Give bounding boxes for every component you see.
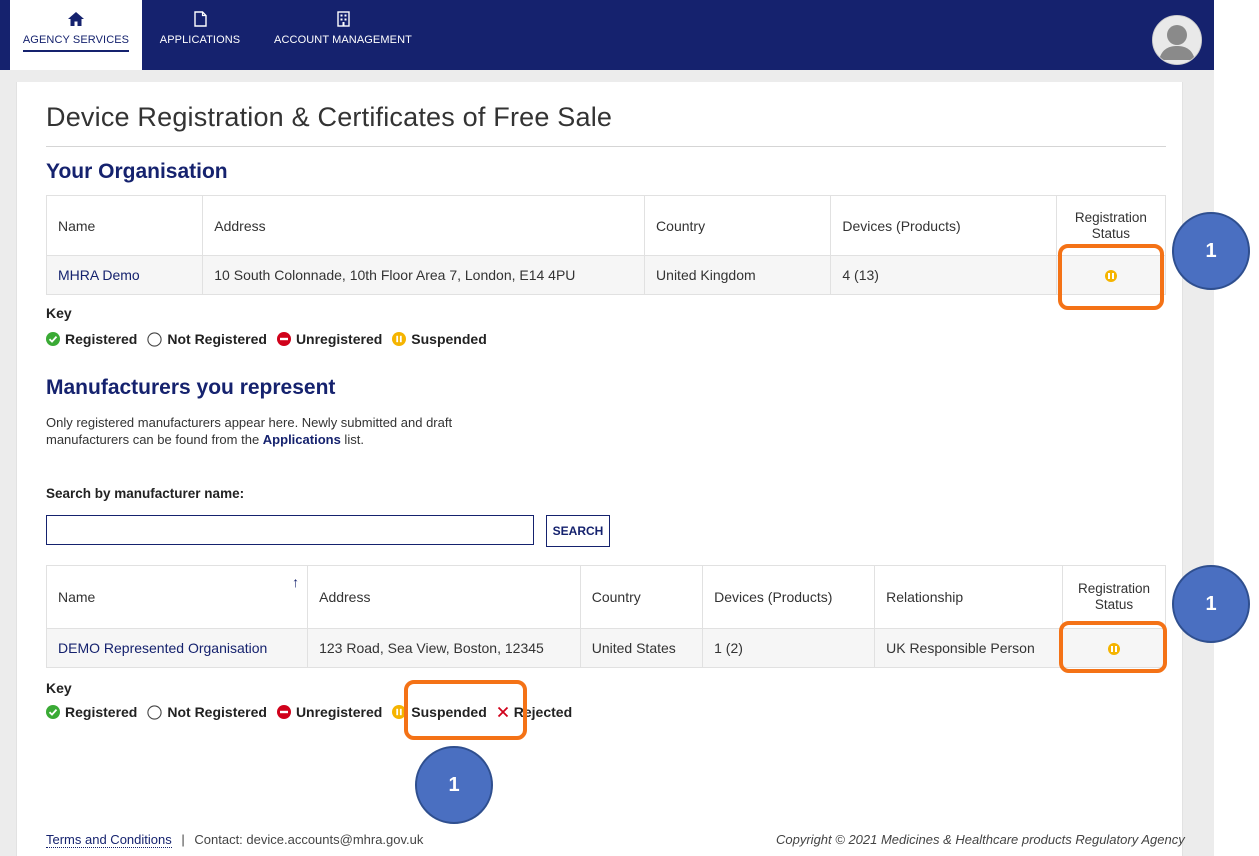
manufacturer-name[interactable]: DEMO Represented Organisation	[58, 640, 267, 656]
manufacturer-address: 123 Road, Sea View, Boston, 12345	[307, 628, 581, 668]
nav-account-management[interactable]: ACCOUNT MANAGEMENT	[262, 0, 424, 70]
your-organisation-heading: Your Organisation	[46, 160, 228, 183]
key-title: Key	[46, 305, 72, 321]
pause-circle-icon	[392, 332, 407, 346]
manufacturer-devices: 1 (2)	[702, 628, 876, 668]
col-address: Address	[202, 195, 646, 256]
manufacturers-table: Name ↑ Address Country Devices (Products…	[45, 565, 1166, 668]
org-country: United Kingdom	[644, 255, 832, 295]
search-label: Search by manufacturer name:	[46, 486, 245, 501]
col-country: Country	[579, 565, 704, 629]
manufacturer-search-input[interactable]	[46, 515, 534, 545]
status-key: Registered Not Registered Unregistered S…	[46, 331, 497, 347]
key-unregistered: Unregistered	[276, 704, 382, 720]
minus-circle-icon	[276, 332, 291, 346]
user-avatar[interactable]	[1152, 15, 1202, 65]
key-registered: Registered	[46, 331, 137, 347]
col-devices: Devices (Products)	[830, 195, 1057, 256]
key-title: Key	[46, 680, 72, 696]
document-icon	[193, 10, 207, 28]
building-icon	[336, 10, 350, 28]
suspended-key-highlight	[404, 680, 527, 740]
empty-circle-icon	[147, 331, 163, 347]
contact-text: Contact: device.accounts@mhra.gov.uk	[194, 832, 424, 847]
title-divider	[46, 146, 1166, 147]
table-header-row: Name ↑ Address Country Devices (Products…	[45, 565, 1166, 629]
key-not-registered: Not Registered	[147, 331, 267, 347]
org-address: 10 South Colonnade, 10th Floor Area 7, L…	[202, 255, 646, 295]
page-gutter-left	[0, 70, 16, 856]
footer-left: Terms and Conditions | Contact: device.a…	[46, 832, 424, 848]
home-icon	[68, 10, 84, 28]
org-devices: 4 (13)	[830, 255, 1057, 295]
table-header-row: Name Address Country Devices (Products) …	[45, 195, 1167, 256]
check-circle-icon	[46, 705, 60, 719]
key-suspended: Suspended	[392, 331, 487, 347]
callout-badge: 1	[1172, 565, 1250, 643]
key-unregistered: Unregistered	[276, 331, 382, 347]
org-name[interactable]: MHRA Demo	[58, 267, 140, 283]
page-gutter-top	[16, 70, 1181, 82]
search-button[interactable]: SEARCH	[546, 515, 610, 547]
manufacturer-name-cell[interactable]: DEMO Represented Organisation	[45, 628, 309, 668]
top-nav: AGENCY SERVICES APPLICATIONS ACCOUNT MAN…	[0, 0, 1214, 70]
col-name: Name	[45, 195, 204, 256]
col-country: Country	[644, 195, 832, 256]
callout-badge: 1	[415, 746, 493, 824]
sort-up-arrow-icon[interactable]: ↑	[292, 574, 299, 590]
manufacturer-country: United States	[579, 628, 704, 668]
minus-circle-icon	[276, 705, 291, 719]
table-row: DEMO Represented Organisation 123 Road, …	[45, 628, 1166, 668]
footer-separator: |	[181, 832, 185, 847]
manufacturer-relationship: UK Responsible Person	[874, 628, 1064, 668]
manufacturers-intro: Only registered manufacturers appear her…	[46, 415, 453, 447]
nav-applications[interactable]: APPLICATIONS	[150, 0, 250, 70]
table-row: MHRA Demo 10 South Colonnade, 10th Floor…	[45, 255, 1167, 295]
nav-label: ACCOUNT MANAGEMENT	[274, 34, 412, 46]
nav-label: APPLICATIONS	[159, 34, 241, 46]
terms-link[interactable]: Terms and Conditions	[46, 832, 172, 848]
nav-label: AGENCY SERVICES	[22, 34, 130, 52]
col-relationship: Relationship	[874, 565, 1064, 629]
applications-link[interactable]: Applications	[263, 432, 341, 447]
empty-circle-icon	[147, 704, 163, 720]
key-not-registered: Not Registered	[147, 704, 267, 720]
callout-badge: 1	[1172, 212, 1250, 290]
col-name: Name	[58, 589, 96, 605]
col-name-sortable[interactable]: Name ↑	[45, 565, 309, 629]
org-name-link[interactable]: MHRA Demo	[45, 255, 204, 295]
page-gutter-right	[1181, 70, 1214, 856]
key-registered: Registered	[46, 704, 137, 720]
copyright: Copyright © 2021 Medicines & Healthcare …	[776, 832, 1185, 847]
status-highlight	[1058, 244, 1164, 310]
col-address: Address	[307, 565, 581, 629]
manufacturers-heading: Manufacturers you represent	[46, 376, 336, 399]
col-devices: Devices (Products)	[702, 565, 876, 629]
status-highlight	[1059, 621, 1167, 673]
check-circle-icon	[46, 332, 60, 346]
col-registration-status: Registration Status	[1062, 565, 1166, 629]
organisation-table: Name Address Country Devices (Products) …	[45, 195, 1167, 295]
nav-agency-services[interactable]: AGENCY SERVICES	[10, 0, 142, 70]
page-title: Device Registration & Certificates of Fr…	[46, 102, 613, 132]
